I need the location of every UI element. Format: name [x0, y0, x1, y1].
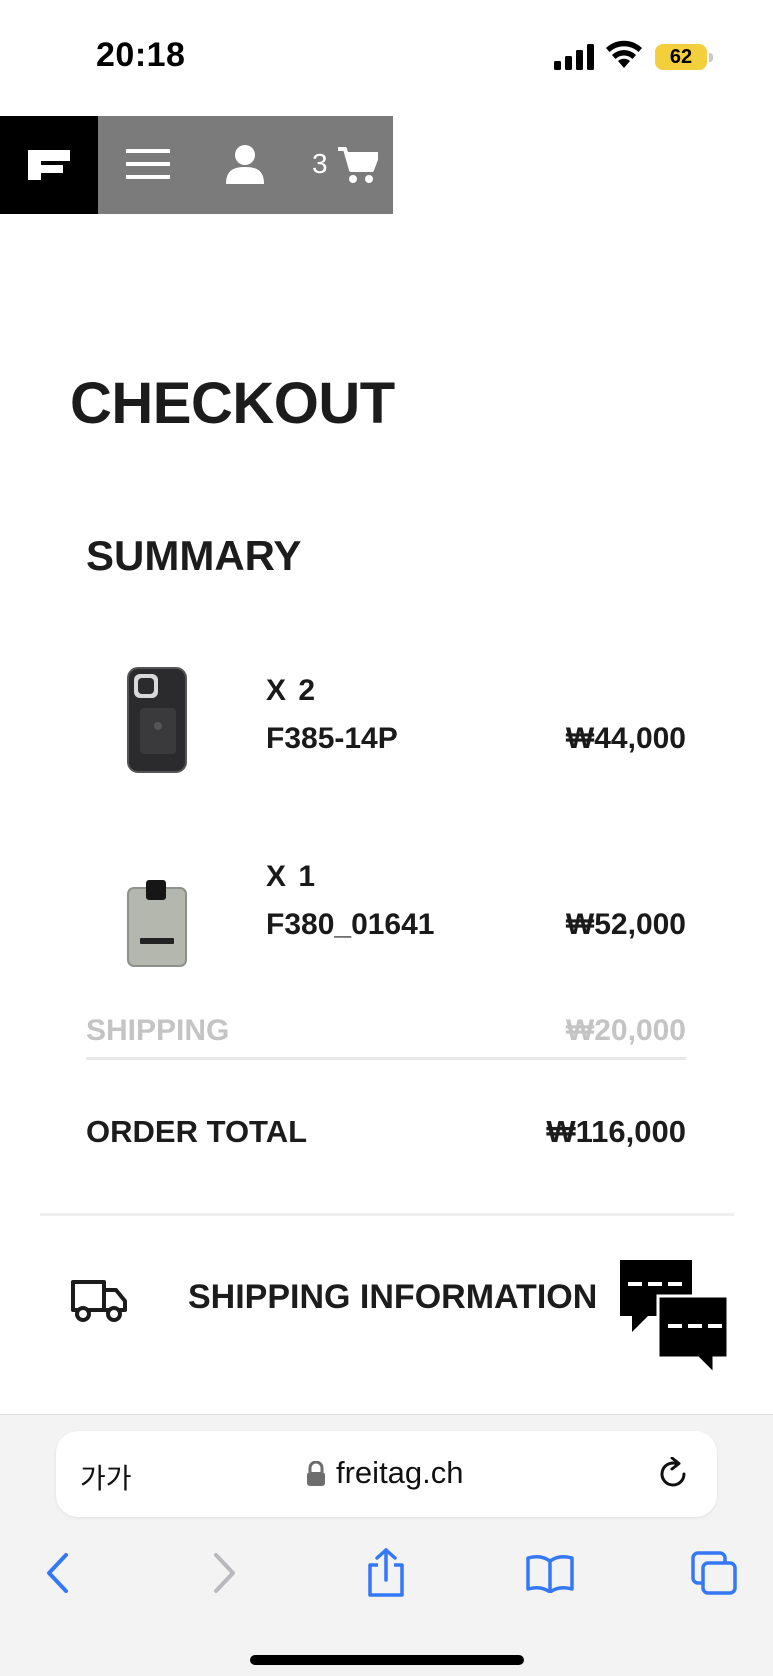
wifi-icon — [606, 40, 642, 68]
shipping-label: SHIPPING — [86, 1014, 230, 1047]
back-icon — [47, 1553, 68, 1593]
section-divider — [40, 1213, 734, 1216]
status-time: 20:18 — [96, 36, 186, 74]
phone-case-thumbnail — [127, 667, 187, 773]
card-holder-thumbnail — [127, 880, 187, 967]
order-total-value: ₩116,000 — [546, 1114, 686, 1149]
reload-icon[interactable] — [656, 1457, 690, 1491]
nav-actions: 3 — [98, 116, 393, 214]
order-total-row: ORDER TOTAL ₩116,000 — [86, 1114, 686, 1154]
tabs-icon — [691, 1551, 737, 1595]
shipping-value: ₩20,000 — [565, 1014, 686, 1047]
shipping-information-header[interactable]: SHIPPING INFORMATION — [70, 1270, 690, 1330]
browser-bottom-bar: 가가 freitag.ch — [0, 1414, 773, 1676]
battery-level: 62 — [669, 45, 693, 68]
item-price: ₩52,000 — [565, 908, 686, 941]
logo-mark-icon — [28, 150, 70, 180]
back-button[interactable] — [30, 1545, 86, 1601]
lock-icon — [307, 1461, 325, 1486]
item-name: F380_01641 — [266, 908, 435, 941]
chat-icon[interactable] — [618, 1258, 730, 1376]
share-icon — [368, 1548, 404, 1597]
signal-icon — [554, 44, 594, 70]
summary-item: X 1 F380_01641 ₩52,000 — [86, 836, 686, 976]
cart-count[interactable]: 3 — [312, 148, 328, 180]
text-size-button[interactable]: 가가 — [80, 1457, 132, 1497]
url-text: freitag.ch — [336, 1455, 464, 1490]
forward-icon — [214, 1553, 235, 1593]
bookmarks-icon — [526, 1555, 574, 1593]
home-indicator — [250, 1655, 524, 1665]
user-icon[interactable] — [226, 144, 264, 184]
bookmarks-button[interactable] — [522, 1545, 578, 1601]
shipping-row: SHIPPING ₩20,000 — [86, 1012, 686, 1060]
page-title: CHECKOUT — [70, 371, 395, 436]
menu-icon[interactable] — [126, 146, 170, 182]
forward-button[interactable] — [196, 1545, 252, 1601]
address-bar[interactable]: 가가 freitag.ch — [56, 1431, 717, 1517]
share-button[interactable] — [358, 1545, 414, 1601]
summary-item: X 2 F385-14P ₩44,000 — [86, 650, 686, 790]
item-quantity: X 2 — [266, 674, 318, 707]
summary-title: SUMMARY — [86, 532, 302, 579]
tabs-button[interactable] — [686, 1545, 742, 1601]
truck-icon — [71, 1280, 127, 1322]
item-price: ₩44,000 — [565, 722, 686, 755]
status-bar: 20:18 62 — [0, 0, 773, 116]
cart-icon[interactable] — [338, 146, 378, 184]
freitag-logo[interactable] — [0, 116, 98, 214]
shipping-information-label: SHIPPING INFORMATION — [188, 1278, 598, 1316]
item-name: F385-14P — [266, 722, 398, 755]
item-quantity: X 1 — [266, 860, 318, 893]
site-nav: 3 — [0, 116, 393, 214]
battery-icon: 62 — [655, 44, 713, 70]
order-total-label: ORDER TOTAL — [86, 1114, 308, 1149]
